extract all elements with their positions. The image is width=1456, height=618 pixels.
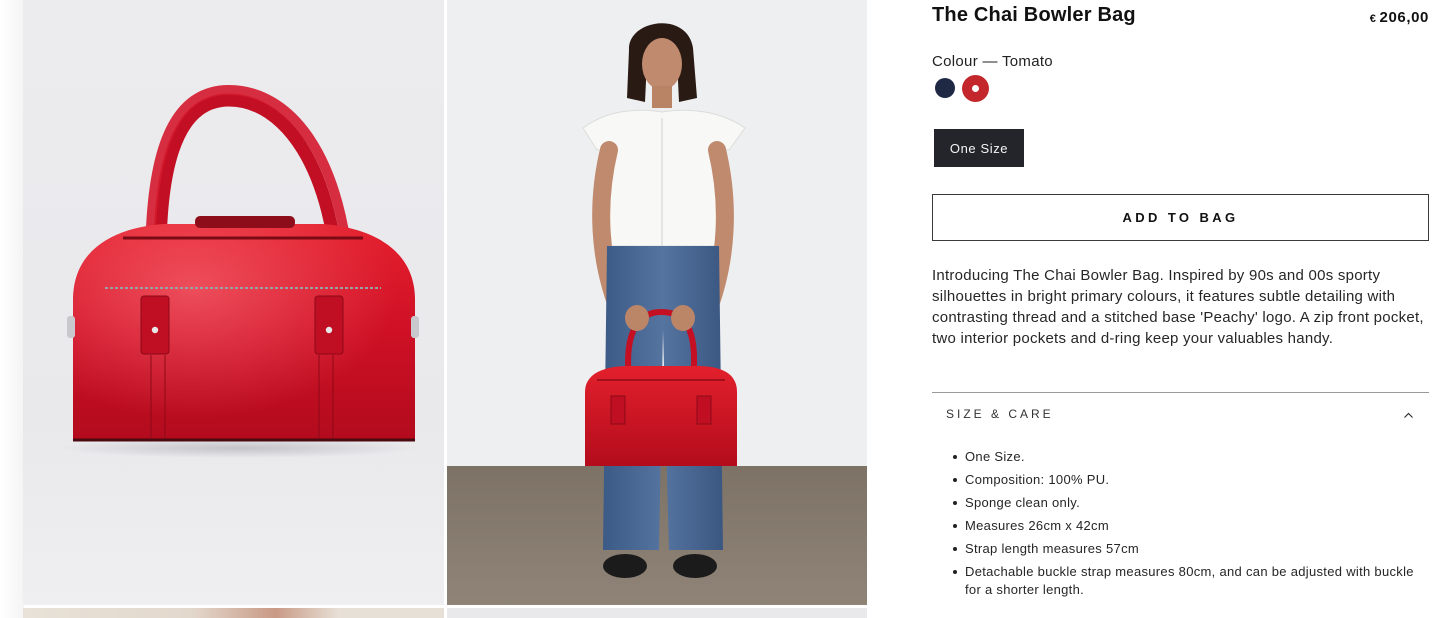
list-item: Sponge clean only. <box>951 494 1421 512</box>
size-option-one-size[interactable]: One Size <box>934 129 1024 167</box>
product-price: €206,00 <box>1370 9 1429 26</box>
list-item: Detachable buckle strap measures 80cm, a… <box>951 563 1421 599</box>
product-info-panel: The Chai Bowler Bag €206,00 Colour — Tom… <box>932 0 1429 618</box>
list-item-text: One Size. <box>965 449 1025 464</box>
bullet <box>953 455 957 459</box>
size-care-list: One Size. Composition: 100% PU. Sponge c… <box>951 448 1421 604</box>
list-item: Composition: 100% PU. <box>951 471 1421 489</box>
product-page: The Chai Bowler Bag €206,00 Colour — Tom… <box>0 0 1456 618</box>
price-currency: € <box>1369 13 1377 25</box>
bullet <box>953 478 957 482</box>
gallery-thumbnail[interactable] <box>23 608 444 618</box>
price-amount: 206,00 <box>1379 9 1429 26</box>
bullet <box>953 524 957 528</box>
list-item-text: Composition: 100% PU. <box>965 472 1110 487</box>
list-item: Strap length measures 57cm <box>951 540 1421 558</box>
colour-label: Colour — Tomato <box>932 53 1053 70</box>
gallery-thumbnail[interactable] <box>447 608 867 618</box>
bullet <box>953 547 957 551</box>
list-item: One Size. <box>951 448 1421 466</box>
list-item-text: Strap length measures 57cm <box>965 541 1139 556</box>
size-care-title: SIZE & CARE <box>946 407 1054 421</box>
list-item-text: Measures 26cm x 42cm <box>965 518 1109 533</box>
colour-swatches <box>932 74 1012 102</box>
swatch-navy[interactable] <box>935 78 955 98</box>
list-item-text: Detachable buckle strap measures 80cm, a… <box>965 564 1414 597</box>
title-row: The Chai Bowler Bag €206,00 <box>932 4 1429 30</box>
product-image-bag[interactable] <box>23 0 444 605</box>
chevron-up-icon[interactable] <box>1403 410 1414 421</box>
product-image-model[interactable] <box>447 0 867 605</box>
gallery-edge <box>0 0 24 618</box>
bullet <box>953 501 957 505</box>
product-title: The Chai Bowler Bag <box>932 4 1136 26</box>
add-to-bag-button[interactable]: ADD TO BAG <box>932 194 1429 241</box>
product-gallery <box>0 0 870 618</box>
list-item: Measures 26cm x 42cm <box>951 517 1421 535</box>
bullet <box>953 570 957 574</box>
swatch-tomato-selected[interactable] <box>962 75 989 102</box>
list-item-text: Sponge clean only. <box>965 495 1081 510</box>
product-description: Introducing The Chai Bowler Bag. Inspire… <box>932 267 1424 347</box>
size-care-accordion-header[interactable]: SIZE & CARE <box>932 393 1429 437</box>
